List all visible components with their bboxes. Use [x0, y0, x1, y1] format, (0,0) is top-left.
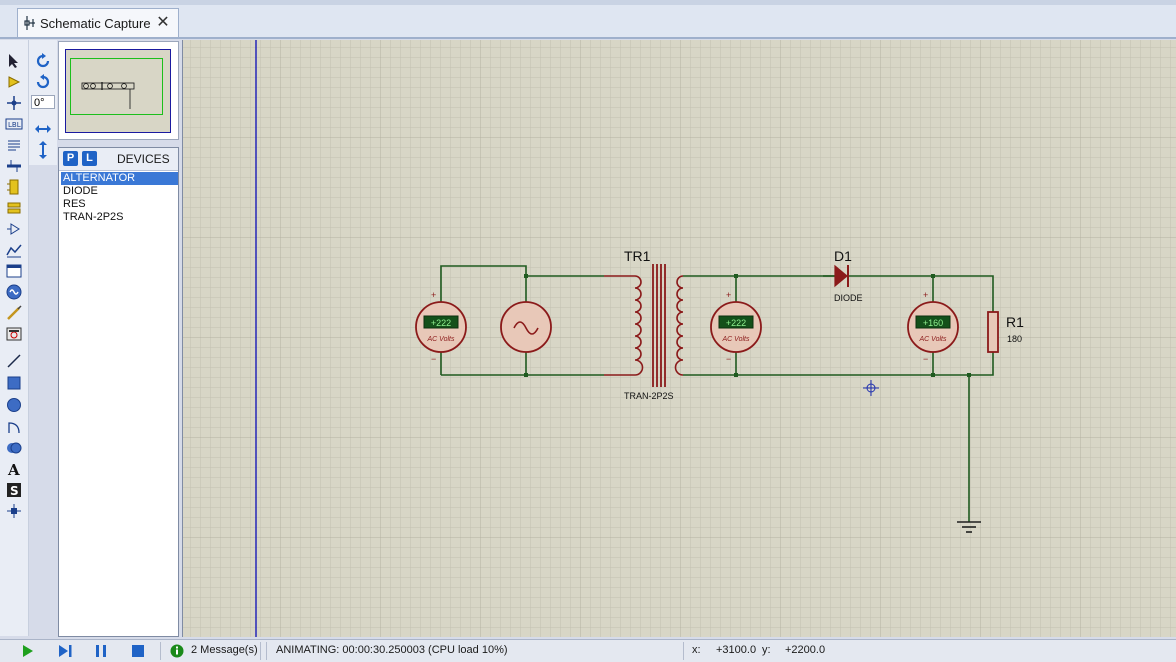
- voltmeter-1-unit: AC Volts: [427, 336, 455, 343]
- device-list-item[interactable]: DIODE: [61, 185, 178, 198]
- info-icon: [170, 644, 184, 658]
- circle-tool-icon[interactable]: [4, 396, 24, 414]
- marker-tool-icon[interactable]: [4, 502, 24, 520]
- text-tool-icon[interactable]: A: [4, 460, 24, 478]
- voltmeter-1-minus: −: [431, 354, 436, 364]
- voltmeter-3-unit: AC Volts: [919, 336, 947, 343]
- step-button[interactable]: [57, 644, 73, 658]
- resistor-ref-label: R1: [1006, 314, 1024, 330]
- diode-ref-label: D1: [834, 248, 852, 264]
- junction-dot-icon[interactable]: [4, 94, 24, 112]
- line-tool-icon[interactable]: [4, 352, 24, 370]
- svg-text:S: S: [10, 484, 19, 498]
- voltmeter-3-reading: +160: [923, 318, 943, 328]
- wire-label-icon[interactable]: LBL: [4, 115, 24, 133]
- pick-devices-button[interactable]: P: [63, 151, 78, 166]
- voltmeter-2-plus: +: [726, 290, 731, 300]
- terminals-icon[interactable]: [4, 199, 24, 217]
- resistor-value-label: 180: [1007, 334, 1022, 344]
- box-tool-icon[interactable]: [4, 374, 24, 392]
- rotation-angle-field[interactable]: 0°: [31, 95, 55, 109]
- arc-tool-icon[interactable]: [4, 418, 24, 436]
- pause-button[interactable]: [93, 644, 109, 658]
- tab-label: Schematic Capture: [40, 16, 151, 31]
- devices-header: P L DEVICES: [59, 148, 178, 171]
- messages-count[interactable]: 2 Message(s): [191, 644, 258, 656]
- tape-recorder-icon[interactable]: [4, 262, 24, 280]
- schematic-canvas[interactable]: TR1 TRAN-2P2S D1 DIODE R1 180 +222 AC Vo…: [182, 40, 1176, 637]
- overview-sheet: [65, 49, 171, 133]
- component-mode-icon[interactable]: [4, 73, 24, 91]
- diode-type-label: DIODE: [834, 293, 863, 303]
- devices-title: DEVICES: [117, 152, 170, 166]
- voltmeter-3-minus: −: [923, 354, 928, 364]
- schematic-icon: [24, 16, 35, 30]
- voltmeter-2-reading: +222: [726, 318, 746, 328]
- device-list: ALTERNATOR DIODE RES TRAN-2P2S: [61, 172, 178, 224]
- bus-icon[interactable]: [4, 157, 24, 175]
- library-manager-button[interactable]: L: [82, 151, 97, 166]
- subcircuit-icon[interactable]: [4, 178, 24, 196]
- overview-circuit-thumbnail: [81, 82, 135, 109]
- voltmeter-2-unit: AC Volts: [722, 336, 750, 343]
- symbol-tool-icon[interactable]: S: [4, 481, 24, 499]
- alternator-source[interactable]: [500, 301, 552, 353]
- generator-icon[interactable]: [4, 283, 24, 301]
- text-script-icon[interactable]: [4, 136, 24, 154]
- virtual-instruments-icon[interactable]: [4, 325, 24, 343]
- rotate-anticlockwise-icon[interactable]: [33, 73, 53, 91]
- mirror-vertical-icon[interactable]: [33, 141, 53, 159]
- x-coordinate-label: x:: [692, 644, 701, 656]
- resistor[interactable]: [987, 311, 999, 353]
- animation-status: ANIMATING: 00:00:30.250003 (CPU load 10%…: [276, 644, 508, 656]
- stop-button[interactable]: [130, 644, 146, 658]
- play-button[interactable]: [20, 644, 36, 658]
- svg-text:A: A: [7, 461, 20, 477]
- transformer-ref-label: TR1: [624, 248, 651, 264]
- voltmeter-3-plus: +: [923, 290, 928, 300]
- status-bar: 2 Message(s) ANIMATING: 00:00:30.250003 …: [0, 639, 1176, 662]
- overview-window[interactable]: [58, 41, 179, 140]
- close-icon[interactable]: ✕: [155, 15, 171, 31]
- voltmeter-2-minus: −: [726, 354, 731, 364]
- voltage-probe-icon[interactable]: [4, 304, 24, 322]
- voltmeter-1-plus: +: [431, 290, 436, 300]
- mirror-horizontal-icon[interactable]: [33, 120, 53, 138]
- svg-text:LBL: LBL: [8, 121, 21, 129]
- tab-bar: Schematic Capture ✕: [0, 0, 1176, 39]
- mode-toolbar: LBL A S: [0, 40, 29, 636]
- devices-panel: P L DEVICES ALTERNATOR DIODE RES TRAN-2P2S: [58, 147, 179, 637]
- device-list-item[interactable]: TRAN-2P2S: [61, 211, 178, 224]
- transformer-type-label: TRAN-2P2S: [624, 391, 674, 401]
- selection-mode-icon[interactable]: [4, 52, 24, 70]
- voltmeter-1-reading: +222: [431, 318, 451, 328]
- graph-mode-icon[interactable]: [4, 241, 24, 259]
- tab-schematic-capture[interactable]: Schematic Capture ✕: [17, 8, 179, 38]
- y-coordinate-value: +2200.0: [785, 644, 826, 656]
- path-tool-icon[interactable]: [4, 439, 24, 457]
- y-coordinate-label: y:: [762, 644, 771, 656]
- rotate-clockwise-icon[interactable]: [33, 52, 53, 70]
- device-list-item[interactable]: RES: [61, 198, 178, 211]
- device-list-item[interactable]: ALTERNATOR: [61, 172, 178, 185]
- device-pins-icon[interactable]: [4, 220, 24, 238]
- x-coordinate-value: +3100.0: [716, 644, 757, 656]
